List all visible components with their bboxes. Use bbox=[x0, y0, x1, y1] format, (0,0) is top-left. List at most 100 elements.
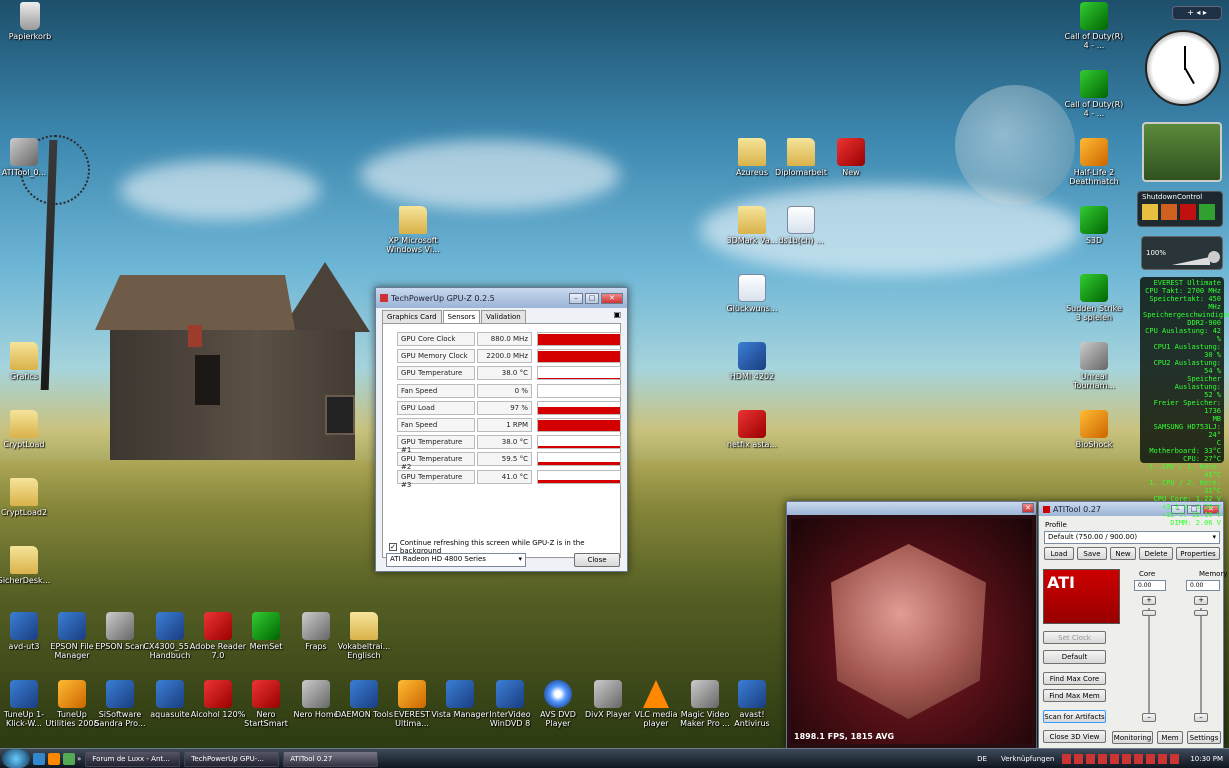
render-titlebar[interactable]: ✕ bbox=[787, 502, 1036, 515]
vokabel-icon bbox=[350, 612, 378, 640]
mem-button[interactable]: Mem bbox=[1157, 731, 1183, 744]
ati-logo: ATI bbox=[1043, 569, 1120, 624]
minimize-button[interactable]: – bbox=[569, 292, 583, 304]
scan-artifacts-button[interactable]: Scan for Artifacts bbox=[1043, 710, 1106, 723]
sidebar-controls[interactable]: + ◂ ▸ bbox=[1172, 6, 1222, 20]
desktop-icon-atitool[interactable]: ATITool_0... bbox=[0, 138, 54, 177]
core-decrease-button[interactable]: – bbox=[1142, 713, 1156, 722]
sensor-value: 59.5 °C bbox=[477, 452, 532, 467]
core-field[interactable]: 0.00 bbox=[1134, 580, 1166, 591]
quicklaunch-more-icon[interactable]: » bbox=[77, 755, 81, 763]
close-button[interactable]: Close bbox=[574, 553, 620, 567]
memory-increase-button[interactable]: + bbox=[1194, 596, 1208, 605]
find-max-core-button[interactable]: Find Max Core bbox=[1043, 672, 1106, 685]
shutdown-gadget[interactable]: ShutdownControl bbox=[1137, 191, 1223, 227]
shutdown-title: ShutdownControl bbox=[1142, 193, 1203, 201]
atitool-3d-window[interactable]: ✕ 1898.1 FPS, 1815 AVG bbox=[786, 501, 1037, 749]
desktop-icon-sicherdesk[interactable]: SicherDesk... bbox=[0, 546, 54, 585]
gpuz-window[interactable]: TechPowerUp GPU-Z 0.2.5 – □ ✕ Graphics C… bbox=[375, 287, 628, 572]
desktop-icon-halflife[interactable]: Half-Life 2 Deathmatch bbox=[1064, 138, 1124, 186]
desktop-icon-hdmi[interactable]: HDMI 4202 bbox=[722, 342, 782, 381]
vista_mgr-icon bbox=[446, 680, 474, 708]
camera-icon[interactable]: ▣ bbox=[613, 310, 621, 323]
memory-field[interactable]: 0.00 bbox=[1186, 580, 1220, 591]
tab-graphics-card[interactable]: Graphics Card bbox=[382, 310, 442, 323]
power-icon[interactable] bbox=[1180, 204, 1196, 220]
desktop-icon-new[interactable]: New bbox=[821, 138, 881, 177]
new-button[interactable]: New bbox=[1110, 547, 1136, 560]
switch-windows-icon[interactable] bbox=[63, 752, 75, 765]
load-button[interactable]: Load bbox=[1044, 547, 1074, 560]
set-clock-button[interactable]: Set Clock bbox=[1043, 631, 1106, 644]
tab-sensors[interactable]: Sensors bbox=[442, 310, 481, 323]
tab-validation[interactable]: Validation bbox=[481, 310, 526, 323]
desktop-icon-avast[interactable]: avast! Antivirus bbox=[722, 680, 782, 728]
close-icon[interactable]: ✕ bbox=[601, 292, 623, 304]
settings-button[interactable]: Settings bbox=[1187, 731, 1221, 744]
desktop-icon-s3d[interactable]: S3D bbox=[1064, 206, 1124, 245]
desktop-icon-glueckwunsch[interactable]: Glückwuns... bbox=[722, 274, 782, 313]
restart-icon[interactable] bbox=[1199, 204, 1215, 220]
device-select[interactable]: ATI Radeon HD 4800 Series ▾ bbox=[386, 553, 526, 567]
close-icon[interactable]: ✕ bbox=[1022, 503, 1034, 513]
desktop-icon-sudden[interactable]: Sudden Strike 3 spielen bbox=[1064, 274, 1124, 322]
firefox-icon[interactable] bbox=[48, 752, 60, 765]
memset-icon bbox=[252, 612, 280, 640]
delete-button[interactable]: Delete bbox=[1139, 547, 1173, 560]
close-3d-view-button[interactable]: Close 3D View bbox=[1043, 730, 1106, 743]
sensor-label: GPU Temperature #3 bbox=[397, 469, 475, 489]
save-button[interactable]: Save bbox=[1077, 547, 1107, 560]
desktop-icon-ds1b[interactable]: ds1b(ch) ... bbox=[771, 206, 831, 245]
tray-icons[interactable] bbox=[1062, 753, 1183, 764]
core-increase-button[interactable]: + bbox=[1142, 596, 1156, 605]
taskbar-item-forum[interactable]: Forum de Luxx - Ant... bbox=[85, 750, 181, 767]
memory-slider-thumb[interactable] bbox=[1194, 610, 1208, 616]
properties-button[interactable]: Properties bbox=[1176, 547, 1220, 560]
desktop-icon-cryptload2[interactable]: CryptLoad2 bbox=[0, 478, 54, 517]
checkbox[interactable]: ✓ bbox=[389, 543, 397, 551]
monitoring-button[interactable]: Monitoring bbox=[1112, 731, 1153, 744]
profile-select[interactable]: Default (750.00 / 900.00) ▾ bbox=[1044, 531, 1220, 544]
sensor-row: GPU Temperature #2 59.5 °C bbox=[391, 452, 621, 471]
language-indicator[interactable]: DE bbox=[977, 755, 987, 763]
clock-gadget[interactable] bbox=[1145, 30, 1221, 106]
taskbar-item-atitool[interactable]: ATITool 0.27 bbox=[283, 750, 379, 767]
volume-gadget[interactable]: 100% bbox=[1141, 236, 1223, 270]
sensor-row: GPU Memory Clock 2200.0 MHz bbox=[391, 349, 621, 364]
start-button[interactable] bbox=[2, 748, 30, 768]
desktop-icon-vokabel[interactable]: Vokabeltrai... Englisch bbox=[334, 612, 394, 660]
wallpaper-house-roof bbox=[95, 275, 295, 330]
sensor-graph bbox=[537, 383, 621, 398]
default-button[interactable]: Default bbox=[1043, 650, 1106, 664]
desktop-icon-netfix[interactable]: netfix asta... bbox=[722, 410, 782, 449]
atitool-window[interactable]: ATITool 0.27 – □ ✕ Profile Default (750.… bbox=[1038, 501, 1227, 749]
logoff-icon[interactable] bbox=[1161, 204, 1177, 220]
everest-line: 52 % bbox=[1204, 391, 1221, 399]
slideshow-gadget[interactable] bbox=[1142, 122, 1222, 182]
desktop-icon-cod1[interactable]: Call of Duty(R) 4 - ... bbox=[1064, 2, 1124, 50]
volume-knob[interactable] bbox=[1208, 251, 1220, 263]
desktop-icon-bioshock[interactable]: BioShock bbox=[1064, 410, 1124, 449]
desktop-icon-unreal[interactable]: Unreal Tournam... bbox=[1064, 342, 1124, 390]
desktop-icon-cryptload[interactable]: CryptLoad bbox=[0, 410, 54, 449]
xp_theme-icon bbox=[399, 206, 427, 234]
desktop-icon-grafics[interactable]: Grafics bbox=[0, 342, 54, 381]
sensor-graph-fill bbox=[538, 446, 620, 449]
desktop-icon-cod2[interactable]: Call of Duty(R) 4 - ... bbox=[1064, 70, 1124, 118]
memory-decrease-button[interactable]: – bbox=[1194, 713, 1208, 722]
desktop-icon-label: EPSON Scan bbox=[95, 642, 145, 651]
taskbar-item-gpuz[interactable]: TechPowerUp GPU-... bbox=[184, 750, 280, 767]
desktop-icon-xp_theme[interactable]: XP Microsoft Windows Vi... bbox=[383, 206, 443, 254]
maximize-button[interactable]: □ bbox=[585, 292, 599, 304]
links-toolbar[interactable]: Verknüpfungen bbox=[1001, 755, 1054, 763]
sensor-row: Fan Speed 1 RPM bbox=[391, 418, 621, 432]
lock-icon[interactable] bbox=[1142, 204, 1158, 220]
sensor-value: 880.0 MHz bbox=[477, 332, 532, 346]
show-desktop-icon[interactable] bbox=[33, 752, 45, 765]
find-max-mem-button[interactable]: Find Max Mem bbox=[1043, 689, 1106, 702]
everest-line: C bbox=[1216, 439, 1221, 447]
gpuz-titlebar[interactable]: TechPowerUp GPU-Z 0.2.5 – □ ✕ bbox=[376, 288, 627, 308]
desktop-icon-papierkorb[interactable]: Papierkorb bbox=[0, 2, 60, 41]
core-slider-thumb[interactable] bbox=[1142, 610, 1156, 616]
clock-time[interactable]: 10:30 PM bbox=[1190, 755, 1223, 763]
